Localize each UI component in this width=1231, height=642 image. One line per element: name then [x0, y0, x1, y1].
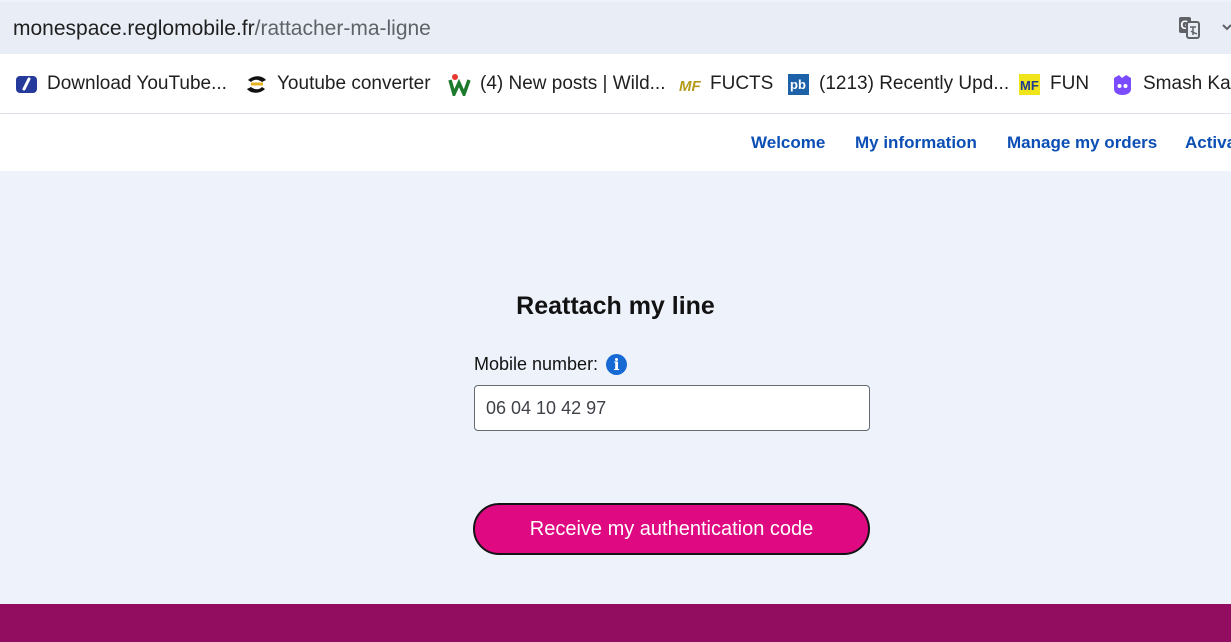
nav-welcome[interactable]: Welcome [751, 132, 825, 153]
bookmark-label: Download YouTube... [47, 73, 227, 94]
bookmark-label: FUN [1050, 73, 1090, 94]
svg-text:pb: pb [790, 77, 806, 92]
bookmark-label: (1213) Recently Upd... [819, 73, 1010, 94]
bookmark-label: FUCTS [710, 73, 774, 94]
svg-text:MF: MF [1020, 78, 1039, 93]
mf-yellow-bookmark-icon: MF [1019, 73, 1040, 95]
bookmark-smash-kart[interactable]: Smash Kart [1111, 69, 1231, 99]
mf-bookmark-icon: MF [679, 78, 701, 95]
browser-page: monespace.reglomobile.fr/rattacher-ma-li… [0, 0, 1231, 642]
receive-authentication-code-button[interactable]: Receive my authentication code [473, 503, 870, 555]
bookmark-label: Smash Kart [1143, 73, 1231, 94]
bookmark-label: Youtube converter [277, 73, 431, 94]
wildsubs-bookmark-icon [448, 73, 471, 96]
bookmark-youtube-converter[interactable]: Youtube converter [245, 69, 431, 99]
footer-band [0, 604, 1231, 642]
address-bar: monespace.reglomobile.fr/rattacher-ma-li… [0, 0, 1231, 54]
page-title: Reattach my line [516, 292, 715, 320]
main-content: Reattach my line Mobile number: i Receiv… [0, 171, 1231, 604]
url-text[interactable]: monespace.reglomobile.fr/rattacher-ma-li… [13, 16, 431, 42]
nav-my-information[interactable]: My information [855, 132, 977, 153]
url-path: /rattacher-ma-ligne [254, 17, 431, 40]
pb-bookmark-icon: pb [788, 73, 809, 95]
bookmark-label: (4) New posts | Wild... [480, 73, 666, 94]
bookmark-download-youtube[interactable]: Download YouTube... [15, 69, 227, 99]
url-box[interactable]: monespace.reglomobile.fr/rattacher-ma-li… [0, 2, 1231, 54]
bookmarks-bar: Download YouTube... Youtube converter (4… [0, 54, 1231, 114]
bookmark-fucts[interactable]: MF FUCTS [678, 69, 773, 99]
bookmark-fun[interactable]: MF FUN [1018, 69, 1089, 99]
converter-bookmark-icon [247, 75, 266, 93]
nav-activate[interactable]: Activa [1185, 132, 1231, 153]
mobile-number-label-row: Mobile number: i [474, 352, 628, 377]
bookmark-wildsubs[interactable]: (4) New posts | Wild... [448, 69, 665, 99]
svg-text:MF: MF [679, 78, 701, 95]
smash-kart-bookmark-icon [1114, 74, 1131, 95]
chevron-down-icon[interactable] [1222, 23, 1231, 31]
info-icon[interactable]: i [606, 354, 628, 375]
url-domain: monespace.reglomobile.fr [13, 17, 255, 40]
nav-manage-my-orders[interactable]: Manage my orders [1007, 132, 1157, 153]
blue-bookmark-icon [16, 75, 37, 93]
site-navigation: Welcome My information Manage my orders … [0, 114, 1231, 171]
mobile-number-label: Mobile number: [474, 354, 599, 374]
translate-icon[interactable]: G [1177, 15, 1202, 40]
mobile-number-input[interactable] [474, 385, 870, 431]
bookmark-recently-updated[interactable]: pb (1213) Recently Upd... [787, 69, 1009, 99]
